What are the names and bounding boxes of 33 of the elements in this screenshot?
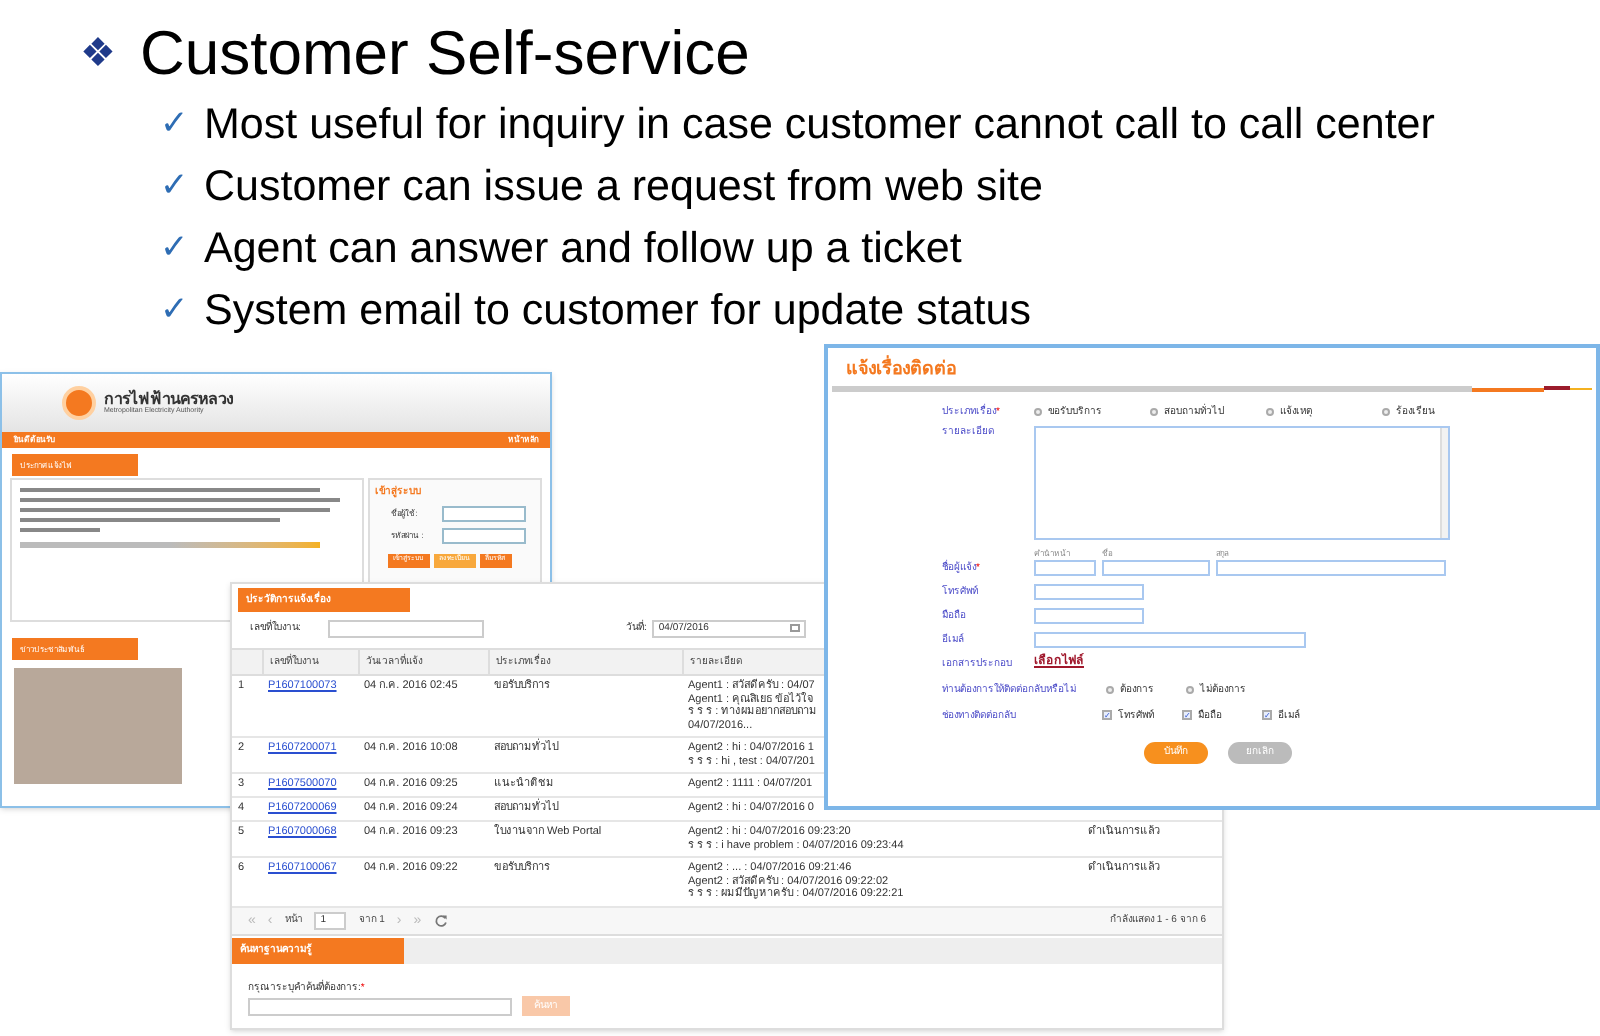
input-field[interactable] bbox=[1034, 584, 1144, 601]
slide-title: Customer Self-service bbox=[140, 16, 750, 92]
radio-button[interactable] bbox=[1382, 407, 1390, 416]
check-icon: ✓ bbox=[160, 168, 188, 203]
bullet-text: Customer can issue a request from web site bbox=[204, 159, 1043, 214]
input-field[interactable] bbox=[1034, 608, 1144, 625]
name-field[interactable] bbox=[1216, 560, 1446, 577]
email-field[interactable] bbox=[1034, 632, 1306, 649]
bullet-text: Most useful for inquiry in case customer cannot call to call center bbox=[204, 97, 1435, 152]
check-icon: ✓ bbox=[160, 106, 188, 141]
radio-button[interactable] bbox=[1106, 686, 1114, 695]
ticket-number-field[interactable] bbox=[328, 619, 484, 637]
bullet-text: Agent can answer and follow up a ticket bbox=[204, 221, 962, 276]
input-field[interactable] bbox=[441, 505, 526, 521]
name-field[interactable] bbox=[1034, 560, 1096, 577]
logo-title: การไฟฟ้านครหลวง bbox=[104, 391, 234, 408]
calendar-icon bbox=[790, 624, 801, 632]
radio-button[interactable] bbox=[1150, 407, 1158, 416]
details-textarea[interactable] bbox=[1034, 426, 1450, 541]
diamond-bullet-icon: ❖ bbox=[80, 34, 116, 75]
check-icon: ✓ bbox=[160, 292, 188, 327]
logo-emblem-icon bbox=[62, 386, 96, 420]
form-title: แจ้งเรื่องติดต่อ bbox=[846, 358, 958, 382]
radio-button[interactable] bbox=[1034, 407, 1042, 416]
radio-button[interactable] bbox=[1186, 686, 1194, 695]
keyword-field[interactable] bbox=[248, 997, 512, 1015]
name-field[interactable] bbox=[1102, 560, 1210, 577]
scrollbar bbox=[1440, 428, 1448, 539]
radio-button[interactable] bbox=[1266, 407, 1274, 416]
input-field[interactable] bbox=[441, 527, 526, 543]
bullet-text: System email to customer for update status bbox=[204, 283, 1031, 338]
refresh-icon[interactable] bbox=[433, 913, 448, 927]
check-icon: ✓ bbox=[160, 230, 188, 265]
